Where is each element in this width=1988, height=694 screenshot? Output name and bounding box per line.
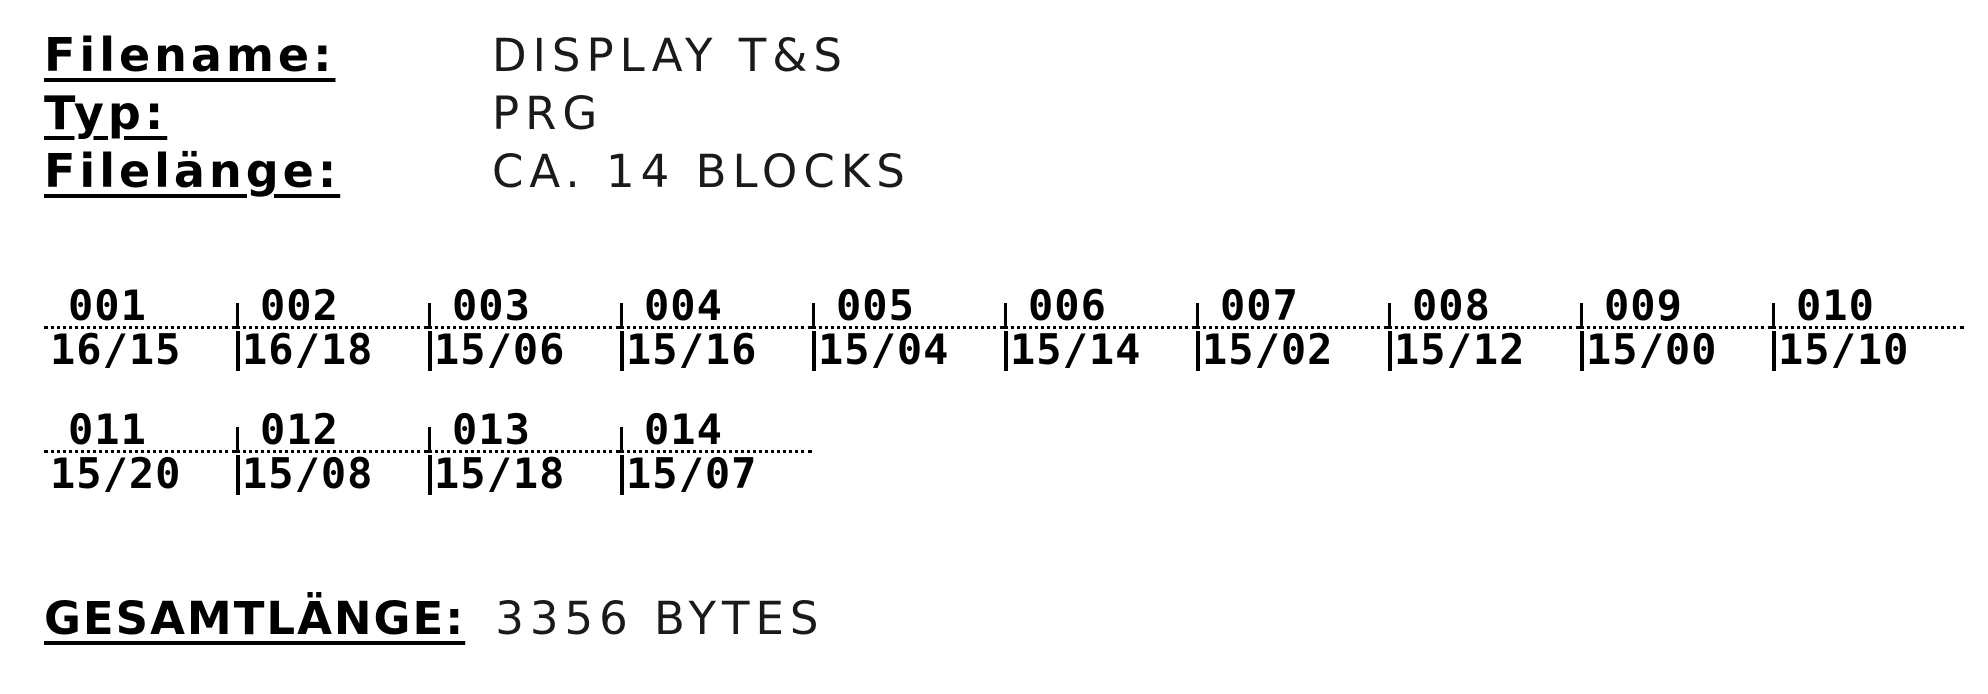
block-cell: 013 15/18 — [428, 409, 620, 497]
file-info: Filename: DISPLAY T&S Typ: PRG Filelänge… — [44, 28, 911, 202]
type-row: Typ: PRG — [44, 86, 911, 144]
file-length-row: Filelänge: CA. 14 BLOCKS — [44, 144, 911, 202]
total-length-label: GESAMTLÄNGE: — [44, 592, 466, 645]
track-sector: 15/12 — [1388, 329, 1580, 373]
track-sector: 15/14 — [1004, 329, 1196, 373]
block-number: 006 — [1004, 285, 1196, 329]
block-number: 002 — [236, 285, 428, 329]
filename-value: DISPLAY T&S — [492, 29, 848, 82]
track-sector: 16/18 — [236, 329, 428, 373]
block-number: 012 — [236, 409, 428, 453]
track-sector: 15/02 — [1196, 329, 1388, 373]
block-number: 007 — [1196, 285, 1388, 329]
track-sector: 15/16 — [620, 329, 812, 373]
block-line-1: 001 16/15 002 16/18 003 15/06 004 15/16 005 1… — [44, 285, 1964, 373]
block-number: 011 — [44, 409, 236, 453]
block-cell: 003 15/06 — [428, 285, 620, 373]
block-cell: 004 15/16 — [620, 285, 812, 373]
type-value: PRG — [492, 87, 604, 140]
block-cell: 007 15/02 — [1196, 285, 1388, 373]
block-cell: 006 15/14 — [1004, 285, 1196, 373]
block-number: 004 — [620, 285, 812, 329]
block-line-2: 011 15/20 012 15/08 013 15/18 014 15/07 — [44, 409, 1964, 497]
total-length-value: 3356 BYTES — [495, 592, 825, 645]
track-sector: 15/18 — [428, 453, 620, 497]
block-cell: 002 16/18 — [236, 285, 428, 373]
track-sector: 15/20 — [50, 449, 182, 498]
block-cell: 005 15/04 — [812, 285, 1004, 373]
block-number: 003 — [428, 285, 620, 329]
block-cell: 014 15/07 — [620, 409, 812, 497]
filename-label: Filename: — [44, 28, 336, 82]
block-table: 001 16/15 002 16/18 003 15/06 004 15/16 005 1… — [44, 285, 1964, 533]
track-sector: 15/06 — [428, 329, 620, 373]
block-cell: 001 16/15 — [44, 285, 236, 373]
block-cell: 008 15/12 — [1388, 285, 1580, 373]
block-cell: 010 15/10 — [1772, 285, 1964, 373]
filename-row: Filename: DISPLAY T&S — [44, 28, 911, 86]
file-length-label: Filelänge: — [44, 144, 341, 198]
track-sector: 15/08 — [236, 453, 428, 497]
block-number: 014 — [620, 409, 812, 453]
track-sector: 15/07 — [620, 453, 812, 497]
block-number: 001 — [44, 285, 236, 329]
block-number: 010 — [1772, 285, 1964, 329]
total-length-row: GESAMTLÄNGE: 3356 BYTES — [44, 592, 824, 645]
block-cell: 012 15/08 — [236, 409, 428, 497]
block-cell: 009 15/00 — [1580, 285, 1772, 373]
track-sector: 15/00 — [1580, 329, 1772, 373]
block-number: 013 — [428, 409, 620, 453]
file-length-value: CA. 14 BLOCKS — [492, 145, 911, 198]
block-number: 005 — [812, 285, 1004, 329]
track-sector: 15/10 — [1772, 329, 1964, 373]
type-label: Typ: — [44, 86, 168, 140]
track-sector: 15/04 — [812, 329, 1004, 373]
track-sector: 16/15 — [50, 325, 182, 374]
block-number: 009 — [1580, 285, 1772, 329]
block-number: 008 — [1388, 285, 1580, 329]
block-cell: 011 15/20 — [44, 409, 236, 497]
